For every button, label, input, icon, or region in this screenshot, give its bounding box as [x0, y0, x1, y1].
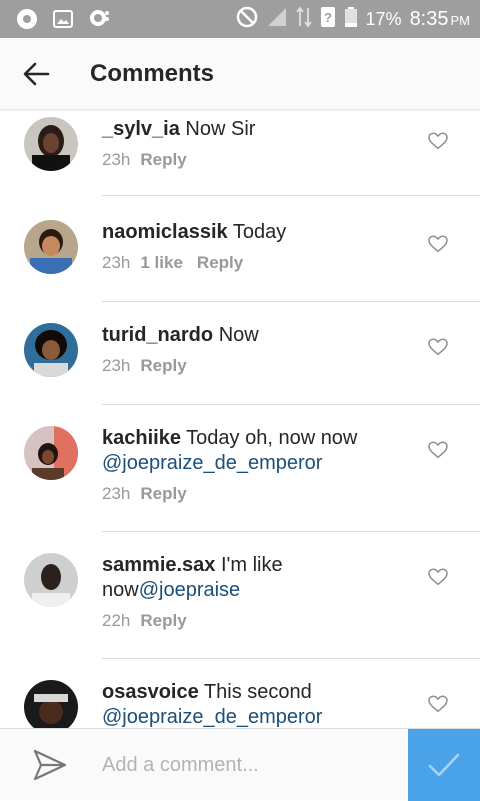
avatar[interactable] — [24, 553, 78, 607]
comment-input[interactable] — [102, 749, 392, 781]
avatar[interactable] — [24, 323, 78, 377]
avatar[interactable] — [24, 117, 78, 171]
comment-time: 22h — [102, 611, 131, 630]
comment-composer — [0, 728, 480, 801]
comment-mention[interactable]: @joepraize_de_emperor — [102, 705, 412, 728]
comment-time: 23h — [102, 356, 131, 375]
comment-content: naomiclassik Today 23h 1 like Reply — [102, 220, 412, 273]
battery-percent: 17% — [365, 9, 402, 29]
comment-content: turid_nardo Now 23h Reply — [102, 323, 412, 376]
comment-content: _sylv_ia Now Sir 23h Reply — [102, 117, 412, 170]
comment-mention[interactable]: @joepraise — [139, 579, 240, 601]
comment-username[interactable]: _sylv_ia — [102, 118, 180, 140]
reply-button[interactable]: Reply — [140, 356, 186, 375]
direct-send-icon — [33, 749, 67, 781]
app-bar: Comments — [0, 38, 480, 110]
whatsapp-icon — [88, 8, 112, 35]
clock-ampm: PM — [450, 13, 471, 28]
reply-button[interactable]: Reply — [140, 150, 186, 169]
reply-button[interactable]: Reply — [197, 253, 243, 272]
comment-text: Today — [232, 221, 287, 243]
no-sim-icon — [236, 6, 258, 33]
comment-time: 23h — [102, 253, 131, 272]
comment-username[interactable]: naomiclassik — [102, 221, 228, 243]
unknown-sim-icon: ? — [320, 6, 336, 33]
heart-icon[interactable] — [428, 441, 448, 459]
status-bar: ? 17% 8:35 PM — [0, 0, 480, 38]
back-button[interactable] — [20, 58, 52, 90]
signal-icon — [266, 6, 288, 33]
heart-icon[interactable] — [428, 235, 448, 253]
likes-count[interactable]: 1 like — [140, 253, 183, 272]
comment-text: Today oh, now now — [186, 427, 358, 449]
clock-time: 8:35 — [409, 8, 449, 30]
chrome-icon — [16, 8, 38, 35]
comment-time: 23h — [102, 484, 131, 503]
heart-icon[interactable] — [428, 568, 448, 586]
comment-username[interactable]: osasvoice — [102, 681, 199, 703]
comment-username[interactable]: sammie.sax — [102, 554, 215, 576]
battery-icon — [344, 6, 358, 33]
comment-content: kachiike Today oh, now now @joepraize_de… — [102, 426, 412, 504]
avatar[interactable] — [24, 426, 78, 480]
comment-username[interactable]: turid_nardo — [102, 324, 213, 346]
status-bar-system: ? 17% 8:35 PM — [236, 6, 470, 33]
divider — [102, 301, 480, 302]
comment-mention[interactable]: @joepraize_de_emperor — [102, 451, 412, 476]
gallery-icon — [52, 8, 74, 35]
status-bar-notifications — [16, 8, 112, 35]
comment-username[interactable]: kachiike — [102, 427, 181, 449]
divider — [102, 658, 480, 659]
divider — [102, 404, 480, 405]
comment-text: Now — [218, 324, 259, 346]
reply-button[interactable]: Reply — [140, 611, 186, 630]
divider — [102, 195, 480, 196]
divider — [102, 531, 480, 532]
clock: 8:35 PM — [410, 8, 470, 31]
arrow-left-icon — [23, 62, 50, 86]
heart-icon[interactable] — [428, 132, 448, 150]
avatar[interactable] — [24, 680, 78, 728]
comment-content: sammie.sax I'm like now@joepraise 22h Rep… — [102, 553, 412, 631]
data-icon — [295, 6, 312, 33]
checkmark-icon — [428, 753, 460, 777]
comment-content: osasvoice This second @joepraize_de_empe… — [102, 680, 412, 728]
comment-list[interactable]: _sylv_ia Now Sir 23h Reply naomiclassik T… — [0, 111, 480, 728]
direct-send-button[interactable] — [32, 747, 68, 783]
post-comment-button[interactable] — [408, 729, 480, 801]
avatar[interactable] — [24, 220, 78, 274]
comment-time: 23h — [102, 150, 131, 169]
heart-icon[interactable] — [428, 338, 448, 356]
comment-text: Now Sir — [185, 118, 256, 140]
page-title: Comments — [90, 60, 215, 87]
svg-text:?: ? — [324, 10, 332, 25]
comment-text: This second — [203, 681, 312, 703]
reply-button[interactable]: Reply — [140, 484, 186, 503]
heart-icon[interactable] — [428, 695, 448, 713]
